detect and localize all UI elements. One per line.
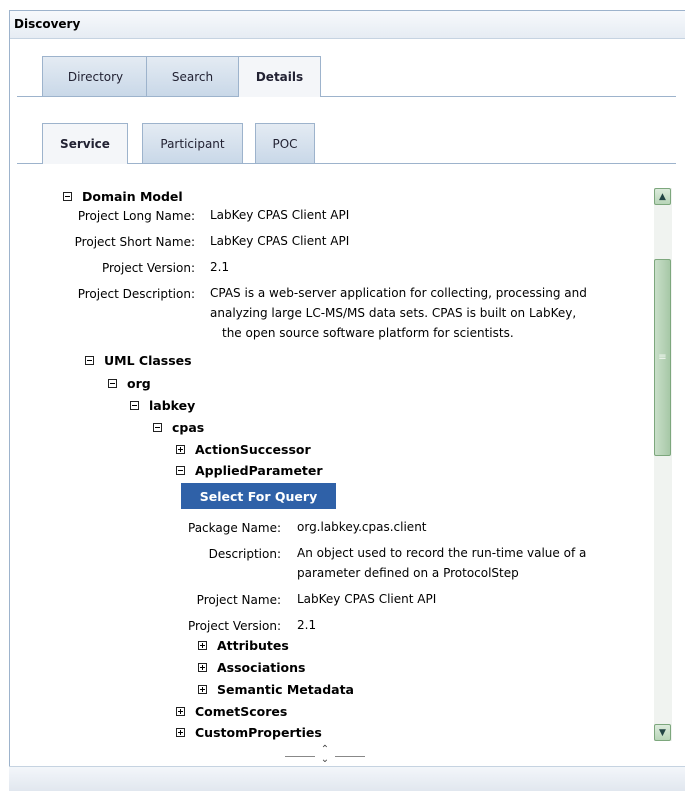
tree-node-label: labkey — [149, 398, 196, 413]
tree-node-org[interactable]: org — [108, 376, 151, 391]
tree-node-attributes[interactable]: Attributes — [198, 638, 289, 653]
collapse-icon[interactable] — [176, 466, 185, 475]
collapse-icon[interactable] — [63, 192, 72, 201]
tree-node-cpas[interactable]: cpas — [153, 420, 204, 435]
tree-node-label: UML Classes — [104, 353, 192, 368]
resize-splitter[interactable]: ⌃ ⌄ — [285, 745, 365, 765]
field-value-package-name: org.labkey.cpas.client — [297, 520, 427, 534]
expand-icon[interactable] — [198, 663, 207, 672]
tree-node-semantic-metadata[interactable]: Semantic Metadata — [198, 682, 354, 697]
field-value-description-line2: analyzing large LC-MS/MS data sets. CPAS… — [210, 306, 577, 320]
field-label-description: Project Description: — [77, 287, 195, 301]
tree-node-label: Domain Model — [82, 189, 183, 204]
tab-service[interactable]: Service — [42, 123, 128, 164]
expand-icon[interactable] — [176, 445, 185, 454]
field-label-description: Description: — [208, 547, 281, 561]
field-label-version: Project Version: — [101, 261, 195, 275]
tree-node-label: Attributes — [217, 638, 289, 653]
tab-details[interactable]: Details — [238, 56, 321, 97]
panel-footer — [9, 766, 685, 791]
expand-icon[interactable] — [176, 728, 185, 737]
scroll-up-icon[interactable]: ▲ — [654, 188, 671, 205]
tree-node-label: CustomProperties — [195, 725, 322, 740]
field-value-description-line1: An object used to record the run-time va… — [297, 546, 587, 560]
field-label-short-name: Project Short Name: — [74, 235, 195, 249]
collapse-icon[interactable] — [153, 423, 162, 432]
tree-node-applied-parameter[interactable]: AppliedParameter — [176, 463, 323, 478]
tree-node-label: CometScores — [195, 704, 288, 719]
resize-grip-icon[interactable]: ⌃ ⌄ — [315, 745, 335, 765]
tree-node-domain-model[interactable]: Domain Model — [63, 189, 183, 204]
field-value-long-name: LabKey CPAS Client API — [210, 208, 350, 222]
tab-directory[interactable]: Directory — [42, 56, 149, 96]
collapse-icon[interactable] — [108, 379, 117, 388]
tab-search[interactable]: Search — [146, 56, 239, 96]
tree-node-label: AppliedParameter — [195, 463, 323, 478]
tree-node-label: Semantic Metadata — [217, 682, 354, 697]
field-label-project-version: Project Version: — [187, 619, 281, 633]
collapse-icon[interactable] — [130, 401, 139, 410]
panel-title: Discovery — [14, 17, 81, 31]
scrollbar-thumb[interactable]: ≡ — [654, 259, 671, 456]
tree-node-custom-properties[interactable]: CustomProperties — [176, 725, 322, 740]
select-for-query-button[interactable]: Select For Query — [181, 483, 336, 509]
tab-participant[interactable]: Participant — [142, 123, 243, 163]
expand-icon[interactable] — [176, 707, 185, 716]
tree-node-action-successor[interactable]: ActionSuccessor — [176, 442, 311, 457]
tree-node-label: Associations — [217, 660, 306, 675]
field-value-project-name: LabKey CPAS Client API — [297, 592, 437, 606]
scroll-down-icon[interactable]: ▼ — [654, 724, 671, 741]
field-value-description-line1: CPAS is a web-server application for col… — [210, 286, 587, 300]
field-label-long-name: Project Long Name: — [77, 209, 195, 223]
vertical-scrollbar[interactable]: ▲ ≡ ▼ — [654, 188, 672, 741]
tree-node-uml-classes[interactable]: UML Classes — [85, 353, 192, 368]
panel-titlebar: Discovery — [10, 11, 685, 39]
field-value-short-name: LabKey CPAS Client API — [210, 234, 350, 248]
field-label-project-name: Project Name: — [196, 593, 281, 607]
expand-icon[interactable] — [198, 641, 207, 650]
tree-node-comet-scores[interactable]: CometScores — [176, 704, 287, 719]
tree-node-label: cpas — [172, 420, 205, 435]
field-value-description-line2: parameter defined on a ProtocolStep — [297, 566, 519, 580]
field-label-package-name: Package Name: — [188, 521, 281, 535]
tree-node-label: org — [127, 376, 151, 391]
field-value-project-version: 2.1 — [297, 618, 317, 632]
field-value-version: 2.1 — [210, 260, 230, 274]
tree-node-label: ActionSuccessor — [195, 442, 311, 457]
collapse-icon[interactable] — [85, 356, 94, 365]
field-value-description-line3: the open source software platform for sc… — [222, 326, 514, 340]
expand-icon[interactable] — [198, 685, 207, 694]
tab-poc[interactable]: POC — [255, 123, 315, 163]
tree-node-labkey[interactable]: labkey — [130, 398, 195, 413]
tree-node-associations[interactable]: Associations — [198, 660, 305, 675]
